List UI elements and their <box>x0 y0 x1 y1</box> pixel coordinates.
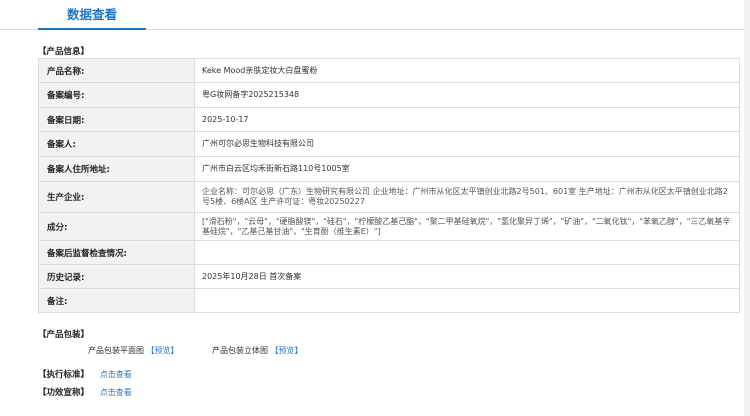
record-date-value: 2025-10-17 <box>194 107 740 132</box>
row-label: 备案后监督检查情况: <box>38 240 195 265</box>
packaging-flat: 产品包装平面图 【预览】 <box>88 345 179 356</box>
efficacy-row: 【功效宣称】 点击查看 <box>38 386 132 398</box>
registrant-value: 广州可尔必思生物科技有限公司 <box>194 131 740 157</box>
table-row: 备注: <box>38 288 740 313</box>
table-row: 成分: ["滑石粉"，"云母"，"硬脂酸镁"，"硅石"，"柠檬酸乙基己酯"，"聚… <box>38 212 740 241</box>
efficacy-view-link[interactable]: 点击查看 <box>100 388 132 397</box>
remarks-value <box>194 288 740 313</box>
row-label: 备注: <box>38 288 195 313</box>
supervision-value <box>194 240 740 265</box>
packaging-stereo-preview-link[interactable]: 【预览】 <box>271 346 303 355</box>
row-label: 产品名称: <box>38 58 195 83</box>
table-row: 备案人: 广州可尔必思生物科技有限公司 <box>38 131 740 157</box>
row-label: 生产企业: <box>38 181 195 213</box>
table-row: 生产企业: 企业名称：可尔必思（广东）生物研究有限公司 企业地址：广州市从化区太… <box>38 181 740 213</box>
table-row: 备案日期: 2025-10-17 <box>38 107 740 132</box>
row-label: 备案编号: <box>38 82 195 108</box>
record-number-value: 粤G妆网备字2025215348 <box>194 82 740 108</box>
table-row: 备案编号: 粤G妆网备字2025215348 <box>38 82 740 108</box>
table-row: 历史记录: 2025年10月28日 首次备案 <box>38 264 740 289</box>
table-row: 备案人住所地址: 广州市白云区均禾街新石路110号1005室 <box>38 156 740 182</box>
standard-row: 【执行标准】 点击查看 <box>38 368 132 380</box>
tab-data-view[interactable]: 数据查看 <box>38 0 146 30</box>
registrant-address-value: 广州市白云区均禾街新石路110号1005室 <box>194 156 740 182</box>
standard-view-link[interactable]: 点击查看 <box>100 370 132 379</box>
row-label: 备案人: <box>38 131 195 157</box>
packaging-stereo: 产品包装立体图 【预览】 <box>212 345 303 356</box>
packaging-flat-preview-link[interactable]: 【预览】 <box>147 346 179 355</box>
packaging-flat-label: 产品包装平面图 <box>88 346 144 355</box>
manufacturer-value: 企业名称：可尔必思（广东）生物研究有限公司 企业地址：广州市从化区太平镇创业北路… <box>194 181 740 213</box>
packaging-title: 【产品包装】 <box>38 330 90 340</box>
tab-bar: 数据查看 <box>0 0 750 30</box>
ingredients-value: ["滑石粉"，"云母"，"硬脂酸镁"，"硅石"，"柠檬酸乙基己酯"，"聚二甲基硅… <box>194 212 740 241</box>
table-row: 备案后监督检查情况: <box>38 240 740 265</box>
scrollbar[interactable] <box>744 0 750 416</box>
efficacy-title: 【功效宣称】 <box>38 388 90 398</box>
row-label: 备案日期: <box>38 107 195 132</box>
row-label: 成分: <box>38 212 195 241</box>
product-info-table: 产品名称: Keke Mood亲肤定妆大白盘蜜粉 备案编号: 粤G妆网备字202… <box>38 58 740 313</box>
history-value: 2025年10月28日 首次备案 <box>194 264 740 289</box>
row-label: 历史记录: <box>38 264 195 289</box>
tab-data-view-label: 数据查看 <box>66 7 117 22</box>
row-label: 备案人住所地址: <box>38 156 195 182</box>
packaging-stereo-label: 产品包装立体图 <box>212 346 268 355</box>
product-name-value: Keke Mood亲肤定妆大白盘蜜粉 <box>194 58 740 83</box>
product-info-title: 【产品信息】 <box>38 47 90 57</box>
table-row: 产品名称: Keke Mood亲肤定妆大白盘蜜粉 <box>38 58 740 83</box>
standard-title: 【执行标准】 <box>38 370 90 380</box>
